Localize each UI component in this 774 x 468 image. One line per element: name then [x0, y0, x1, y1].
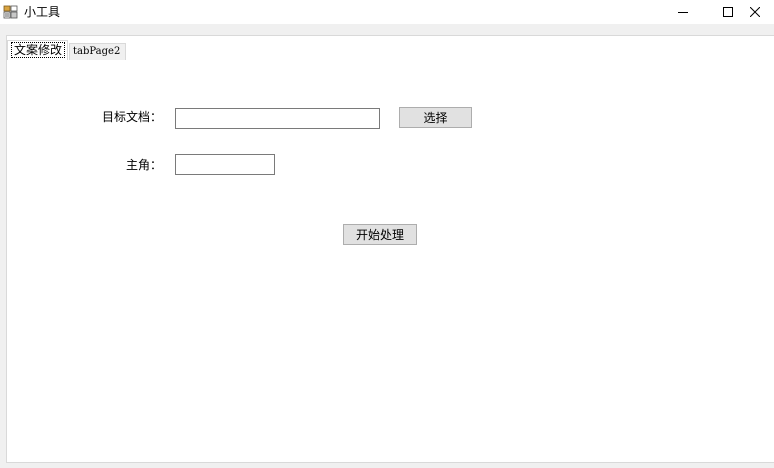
app-icon[interactable]	[3, 4, 19, 20]
tab-page2[interactable]: tabPage2	[69, 43, 126, 60]
tab-label: 文案修改	[11, 42, 66, 58]
protagonist-label: 主角：	[125, 158, 162, 172]
maximize-icon	[723, 7, 733, 17]
minimize-icon	[678, 12, 688, 13]
target-doc-input[interactable]	[175, 108, 380, 129]
start-processing-button[interactable]: 开始处理	[343, 224, 417, 245]
close-icon	[750, 7, 760, 17]
close-button[interactable]	[750, 0, 774, 24]
minimize-button[interactable]	[660, 0, 706, 24]
target-doc-label: 目标文档：	[101, 110, 162, 124]
tab-copy-edit[interactable]: 文案修改	[7, 40, 68, 60]
select-button[interactable]: 选择	[399, 107, 472, 128]
protagonist-input[interactable]	[175, 154, 275, 175]
maximize-button[interactable]	[705, 0, 751, 24]
tab-panel-content	[6, 35, 774, 463]
tab-label: tabPage2	[73, 46, 121, 57]
title-bar[interactable]: 小工具	[0, 0, 774, 24]
window-title: 小工具	[24, 5, 61, 19]
